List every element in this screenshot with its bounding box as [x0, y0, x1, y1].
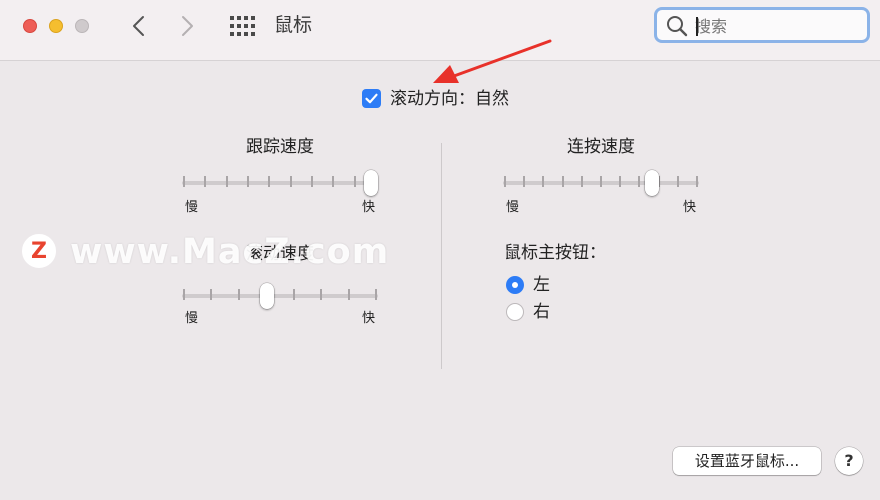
slider-tick [676, 176, 679, 187]
radio-left[interactable] [506, 276, 524, 294]
tracking-speed-max-label: 快 [362, 200, 376, 215]
grid-icon [230, 16, 255, 36]
slider-tick [347, 289, 350, 300]
search-field[interactable] [654, 7, 870, 43]
checkmark-icon [365, 93, 378, 104]
slider-tick [320, 289, 323, 300]
scroll-speed-max-label: 快 [362, 311, 376, 326]
search-icon [667, 16, 688, 37]
slider-tick [696, 176, 698, 187]
watermark-logo-icon: Z [22, 234, 56, 268]
slider-knob[interactable] [644, 170, 659, 196]
close-window-button[interactable] [23, 19, 37, 33]
radio-right[interactable] [506, 303, 524, 321]
slider-knob[interactable] [364, 170, 378, 196]
slider-tick [542, 176, 545, 187]
slider-tick [183, 289, 185, 300]
minimize-window-button[interactable] [49, 19, 63, 33]
slider-tick [237, 289, 240, 300]
watermark-text: www.MacZ.com [70, 232, 390, 272]
annotation-arrow-icon [433, 39, 552, 83]
slider-track [182, 181, 378, 185]
slider-tick [523, 176, 526, 187]
radio-left-label: 左 [533, 275, 550, 295]
window-title: 鼠标 [274, 14, 313, 36]
double-click-speed-label: 连按速度 [567, 137, 635, 157]
slider-tick [247, 176, 249, 187]
slider-tick [619, 176, 622, 187]
scroll-direction-checkbox[interactable] [362, 89, 381, 108]
slider-tick [561, 176, 564, 187]
primary-button-label: 鼠标主按钮： [504, 243, 606, 263]
slider-tick [225, 176, 228, 187]
text-cursor [696, 17, 698, 36]
slider-tick [353, 176, 356, 187]
slider-tick [289, 176, 292, 187]
scroll-direction-label: 滚动方向：自然 [390, 89, 509, 109]
column-divider [441, 143, 442, 369]
zoom-window-button[interactable] [75, 19, 89, 33]
double-click-speed-min-label: 慢 [506, 200, 520, 215]
search-input[interactable] [695, 14, 855, 38]
slider-tick [600, 176, 602, 187]
forward-button[interactable] [174, 12, 200, 40]
show-all-button[interactable] [229, 15, 255, 37]
double-click-speed-max-label: 快 [683, 200, 697, 215]
slider-tick [638, 176, 641, 187]
slider-tick [183, 176, 185, 187]
scroll-speed-min-label: 慢 [185, 311, 199, 326]
help-button[interactable]: ? [835, 447, 863, 475]
tracking-speed-slider[interactable] [182, 170, 378, 196]
chevron-left-icon [133, 16, 144, 36]
double-click-speed-slider[interactable] [503, 170, 699, 196]
slider-tick [292, 289, 295, 300]
slider-tick [268, 176, 271, 187]
radio-right-label: 右 [533, 302, 550, 322]
slider-tick [210, 289, 213, 300]
slider-tick [332, 176, 335, 187]
slider-tick [580, 176, 583, 187]
tracking-speed-min-label: 慢 [185, 200, 199, 215]
slider-knob[interactable] [260, 283, 275, 309]
slider-tick [504, 176, 506, 187]
chevron-right-icon [182, 16, 193, 36]
setup-bluetooth-mouse-button[interactable]: 设置蓝牙鼠标... [673, 447, 821, 475]
tracking-speed-label: 跟踪速度 [246, 137, 314, 157]
slider-tick [375, 289, 377, 300]
slider-tick [204, 176, 207, 187]
back-button[interactable] [126, 12, 152, 40]
scroll-speed-slider[interactable] [182, 283, 378, 309]
slider-tick [311, 176, 313, 187]
